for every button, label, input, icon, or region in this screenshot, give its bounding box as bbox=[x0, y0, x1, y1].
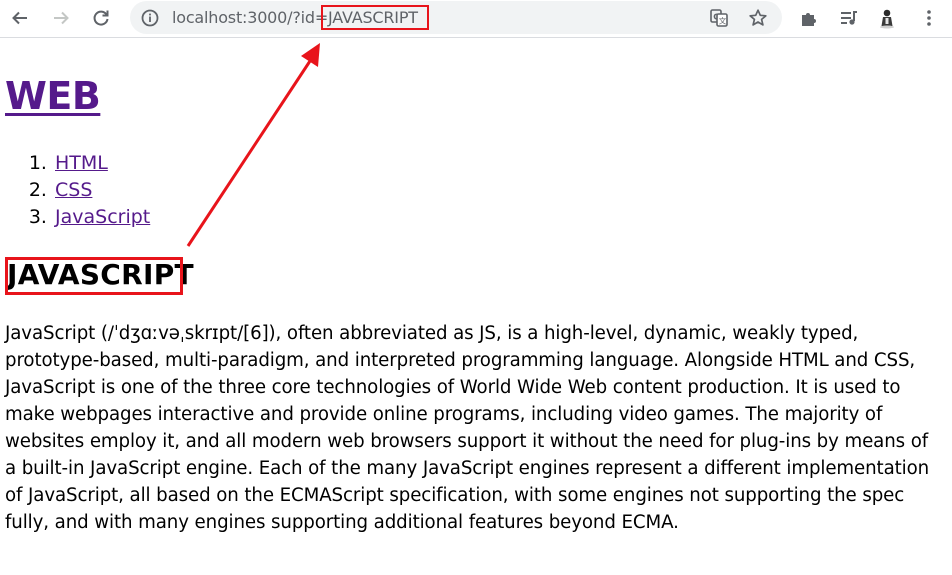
reload-icon[interactable] bbox=[87, 5, 115, 31]
profile-avatar[interactable] bbox=[873, 5, 901, 31]
url-highlight-box bbox=[321, 5, 429, 30]
url-prefix: localhost:3000/?id= bbox=[172, 8, 329, 27]
browser-toolbar: localhost:3000/?id=JAVASCRIPT G文 bbox=[0, 0, 952, 38]
home-link[interactable]: WEB bbox=[5, 74, 101, 118]
page-title: WEB bbox=[5, 74, 101, 118]
info-icon[interactable] bbox=[140, 8, 160, 28]
nav-link-html[interactable]: HTML bbox=[55, 152, 108, 174]
extensions-icon[interactable] bbox=[795, 5, 823, 31]
nav-link-css[interactable]: CSS bbox=[55, 179, 92, 201]
list-item: HTML bbox=[53, 150, 150, 177]
address-bar[interactable]: localhost:3000/?id=JAVASCRIPT G文 bbox=[130, 1, 782, 34]
section-title-highlight-box bbox=[5, 257, 183, 295]
svg-text:文: 文 bbox=[719, 16, 727, 26]
back-icon[interactable] bbox=[6, 5, 34, 31]
article-body: JavaScript (/ˈdʒɑːvəˌskrɪpt/[6]), often … bbox=[5, 323, 930, 533]
nav-link-javascript[interactable]: JavaScript bbox=[55, 206, 150, 228]
topic-list: HTML CSS JavaScript bbox=[33, 150, 150, 231]
translate-icon[interactable]: G文 bbox=[708, 7, 730, 29]
list-item: JavaScript bbox=[53, 204, 150, 231]
media-control-icon[interactable] bbox=[835, 5, 863, 31]
menu-kebab-icon[interactable] bbox=[915, 5, 943, 31]
list-item: CSS bbox=[53, 177, 150, 204]
forward-icon[interactable] bbox=[47, 5, 75, 31]
bookmark-star-icon[interactable] bbox=[747, 7, 769, 29]
